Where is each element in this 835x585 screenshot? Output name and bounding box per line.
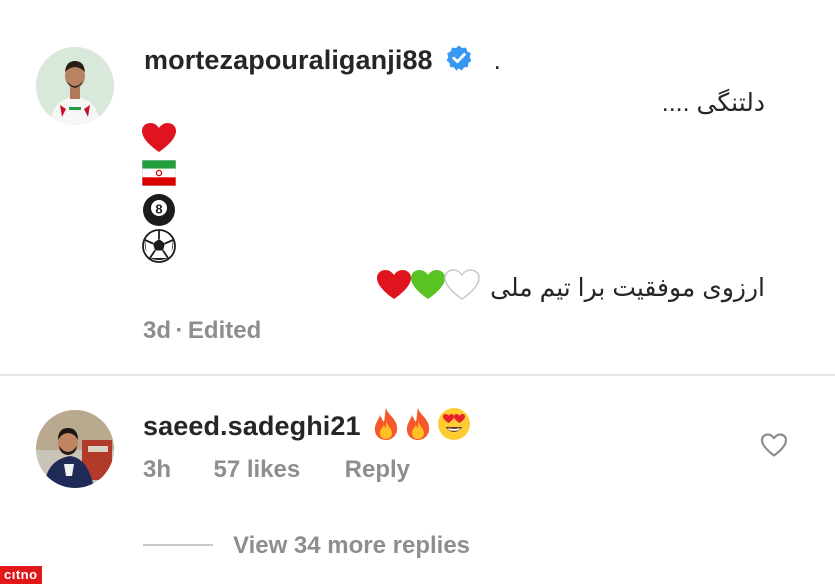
avatar-morteza[interactable] bbox=[36, 47, 114, 125]
fire-icon bbox=[403, 407, 433, 446]
comment-wish-text: ارزوی موفقیت برا تیم ملی bbox=[490, 273, 765, 302]
hearts-row bbox=[376, 268, 480, 307]
comment-header: mortezapouraliganji88 . bbox=[144, 44, 501, 80]
comment-separator: · bbox=[175, 317, 184, 344]
fire-icon bbox=[371, 407, 401, 446]
comment-wish-row: ارزوی موفقیت برا تیم ملی bbox=[376, 268, 765, 307]
comment-time[interactable]: 3d bbox=[143, 317, 171, 344]
reply-username[interactable]: saeed.sadeghi21 bbox=[143, 411, 361, 442]
like-heart-icon[interactable] bbox=[760, 432, 788, 463]
comment-username[interactable]: mortezapouraliganji88 bbox=[144, 45, 433, 75]
iran-flag-icon bbox=[141, 159, 177, 191]
heart-eyes-icon bbox=[437, 407, 471, 446]
comment-divider bbox=[0, 374, 835, 376]
reply-header: saeed.sadeghi21 bbox=[143, 406, 471, 446]
svg-text:8: 8 bbox=[155, 202, 162, 217]
reply-time[interactable]: 3h bbox=[143, 456, 171, 483]
comment-line-1: دلتنگی .... bbox=[661, 89, 765, 117]
avatar-saeed[interactable] bbox=[36, 410, 114, 488]
watermark-logo: cıtno bbox=[0, 566, 42, 584]
verified-badge-icon bbox=[445, 44, 473, 77]
view-more-replies-button[interactable]: View 34 more replies bbox=[233, 532, 470, 560]
comment-meta: 3d · Edited bbox=[143, 317, 261, 345]
reply-button[interactable]: Reply bbox=[345, 456, 410, 483]
comment-edited-label: Edited bbox=[187, 317, 262, 344]
8-ball-icon: 8 bbox=[142, 193, 176, 232]
comment-trailing-dot: . bbox=[493, 45, 501, 75]
view-replies-line bbox=[143, 544, 213, 546]
reply-meta: 3h 57 likes Reply bbox=[143, 456, 410, 484]
red-heart-icon bbox=[141, 122, 177, 159]
soccer-ball-icon bbox=[142, 229, 176, 268]
reply-likes[interactable]: 57 likes bbox=[213, 456, 300, 483]
